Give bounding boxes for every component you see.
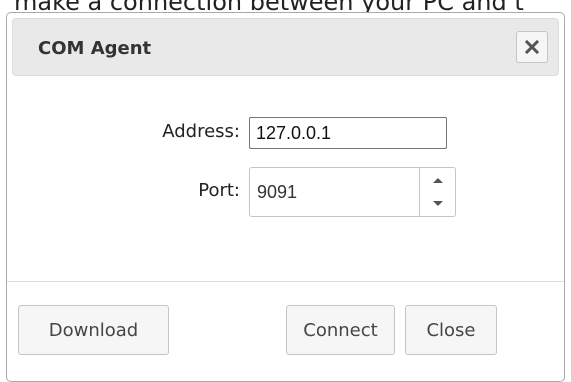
button-pane-divider xyxy=(7,281,564,282)
close-icon-glyph xyxy=(524,39,540,55)
address-input[interactable] xyxy=(249,117,447,149)
caret-up-icon[interactable] xyxy=(420,168,455,192)
address-label: Address: xyxy=(162,121,240,142)
dialog-title: COM Agent xyxy=(38,38,152,59)
download-button[interactable]: Download xyxy=(18,305,169,355)
close-button[interactable]: Close xyxy=(405,305,497,355)
close-icon[interactable] xyxy=(516,31,548,63)
port-spinner xyxy=(419,168,455,216)
com-agent-dialog: COM Agent Address: Port: Download Connec… xyxy=(6,12,565,382)
caret-down-icon[interactable] xyxy=(420,192,455,216)
port-label: Port: xyxy=(198,180,240,201)
dialog-titlebar[interactable]: COM Agent xyxy=(12,18,559,76)
connect-button[interactable]: Connect xyxy=(286,305,395,355)
port-input[interactable] xyxy=(257,179,407,205)
port-spinner-field xyxy=(249,167,456,217)
